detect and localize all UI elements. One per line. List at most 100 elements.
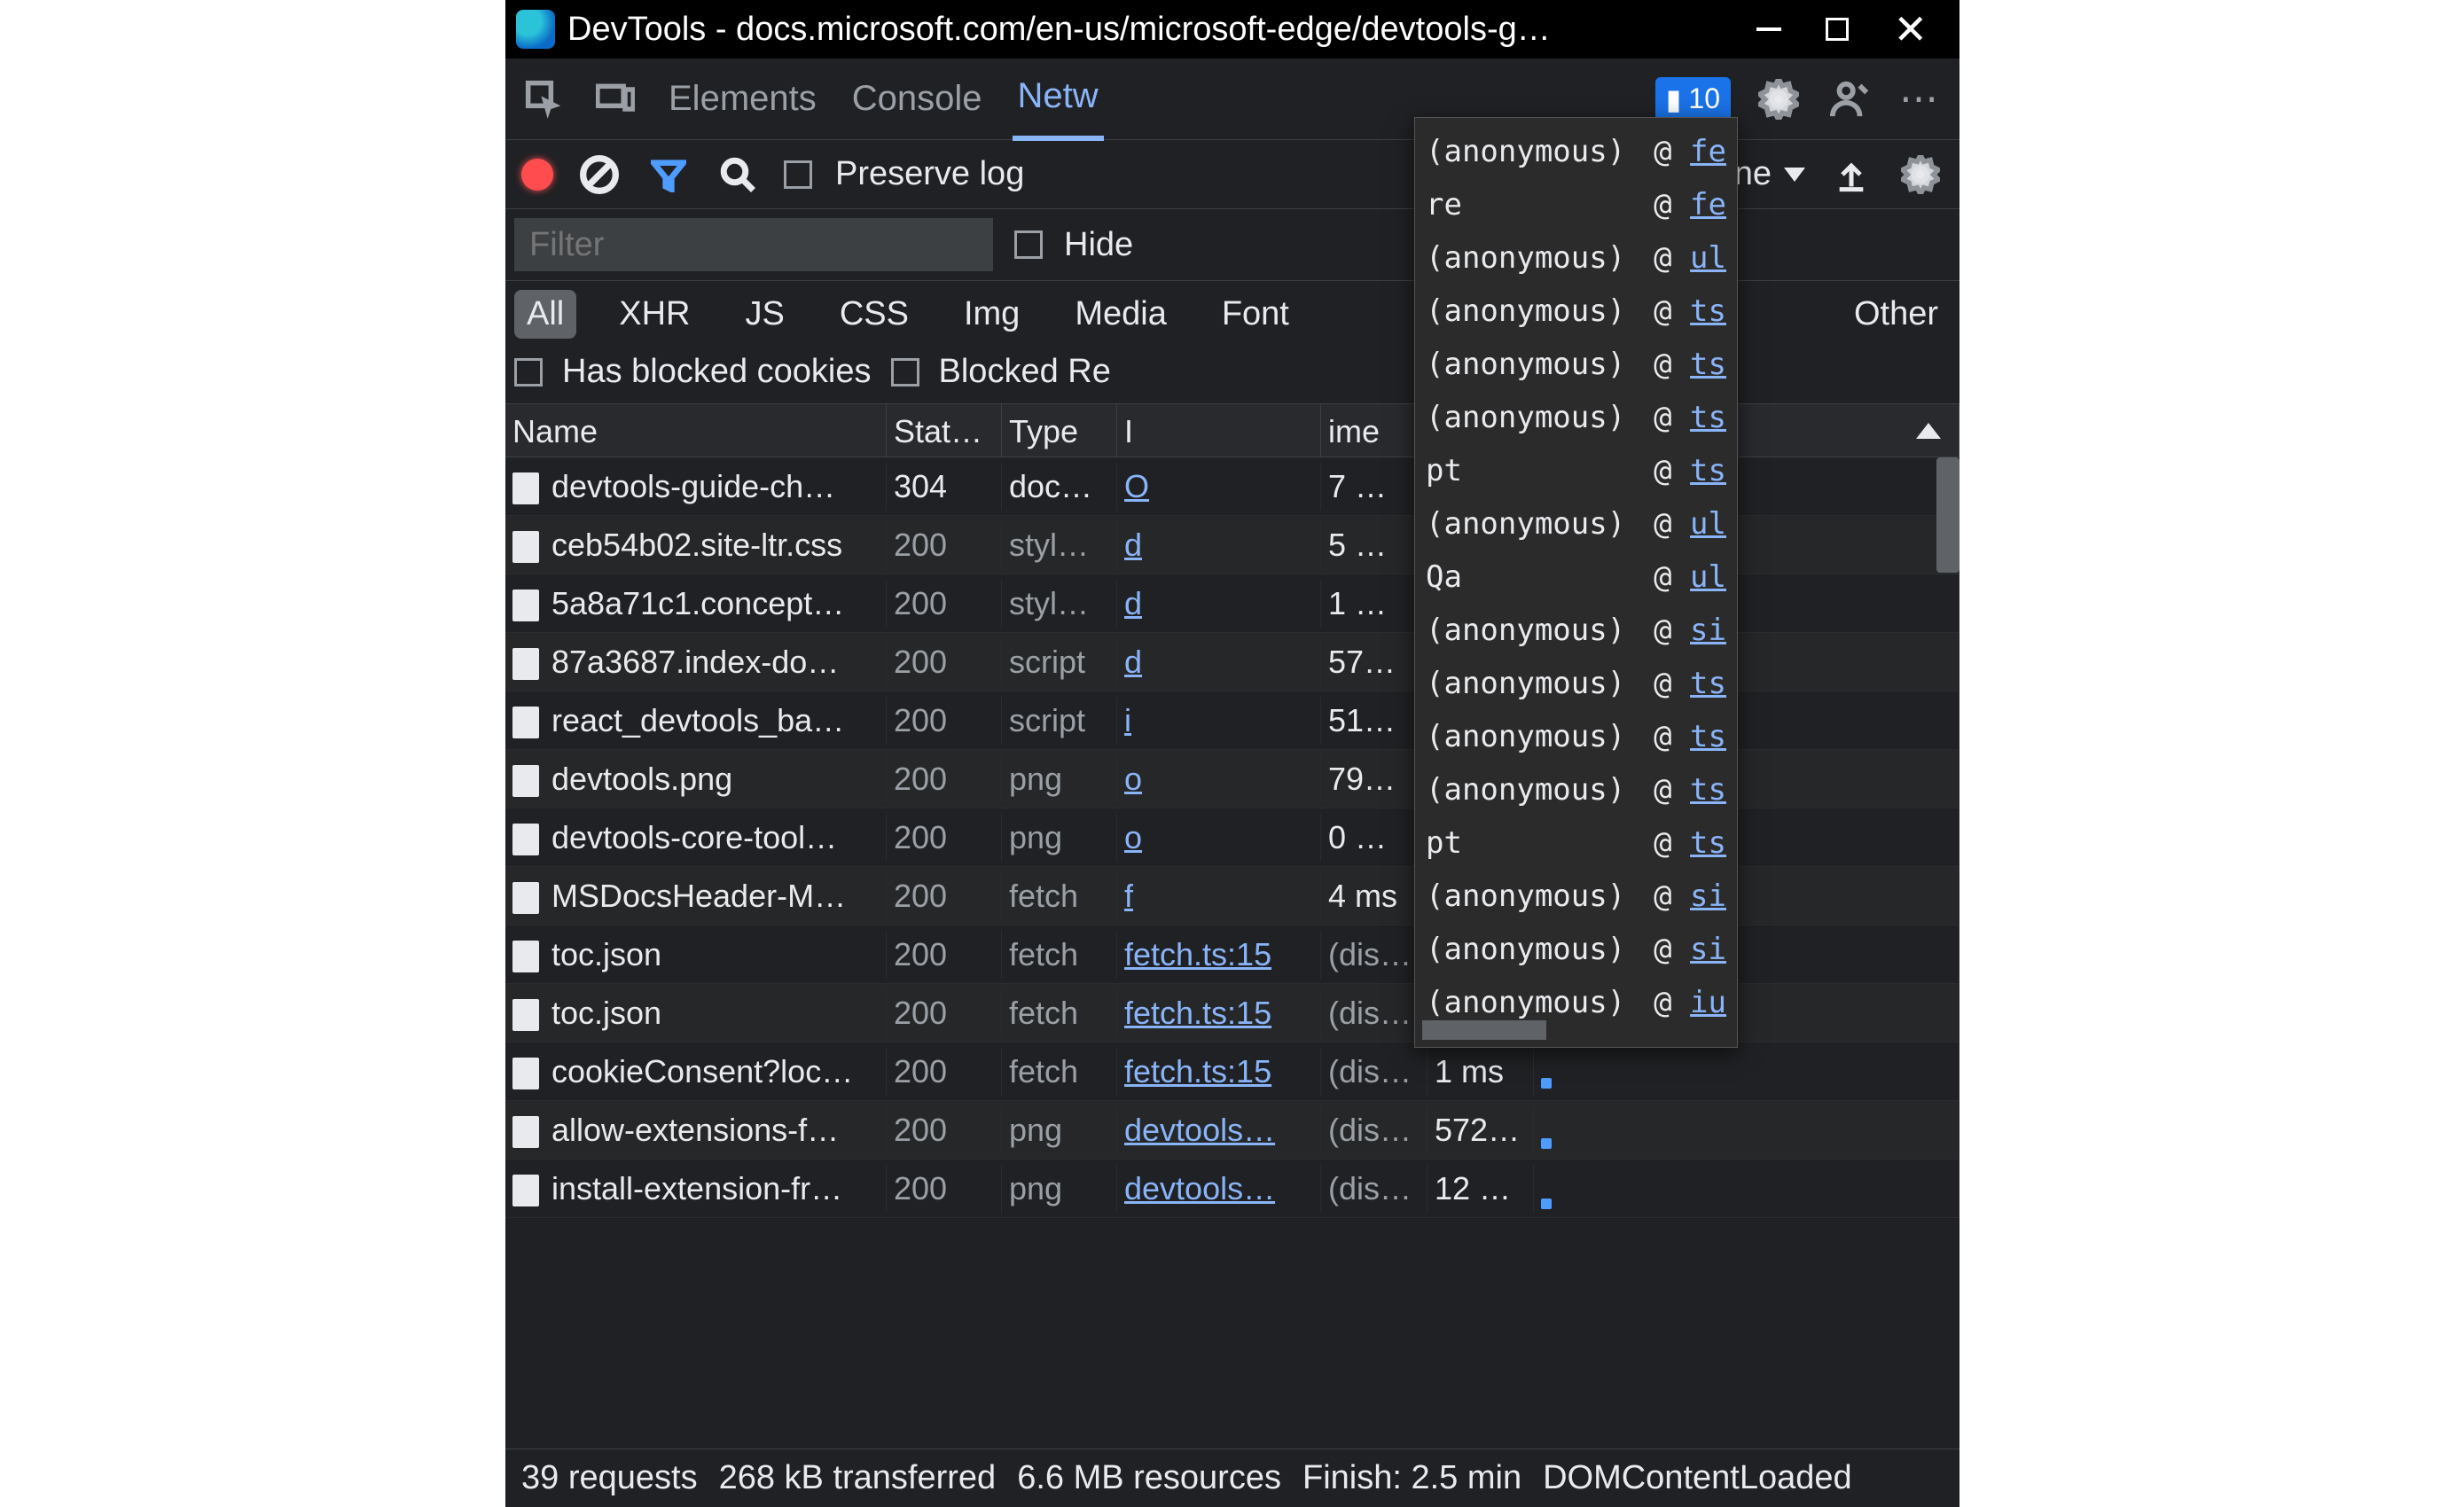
initiator-link[interactable]: devtools… (1124, 1112, 1275, 1148)
initiator-link[interactable]: fetch.ts:15 (1124, 936, 1271, 972)
initiator-link[interactable]: fetch.ts:15 (1124, 1053, 1271, 1089)
stack-link[interactable]: ts (1690, 347, 1726, 382)
table-row[interactable]: devtools-guide-ch…304doc…O7 … (505, 457, 1959, 516)
issues-badge[interactable]: ▮ 10 (1655, 77, 1731, 121)
blocked-filters: Has blocked cookies Blocked Re (505, 347, 1959, 404)
cell-initiator: fetch.ts:15 (1117, 1048, 1321, 1096)
clear-icon[interactable] (576, 152, 622, 198)
network-settings-icon[interactable] (1897, 152, 1944, 198)
table-row[interactable]: install-extension-fr…200pngdevtools…(dis… (505, 1160, 1959, 1218)
filter-bar: Hide (505, 209, 1959, 281)
stack-at: @ ts (1654, 763, 1726, 816)
stack-fn: (anonymous) (1426, 391, 1625, 444)
initiator-link[interactable]: d (1124, 644, 1142, 680)
cell-status: 200 (887, 521, 1002, 569)
stack-link[interactable]: ul (1690, 559, 1726, 595)
feedback-icon[interactable] (1826, 76, 1873, 122)
filter-css[interactable]: CSS (827, 290, 921, 339)
stack-link[interactable]: si (1690, 932, 1726, 967)
waterfall-mark (1541, 1199, 1552, 1209)
table-row[interactable]: ceb54b02.site-ltr.css200styl…d5 … (505, 516, 1959, 574)
initiator-link[interactable]: o (1124, 761, 1142, 797)
stack-link[interactable]: ts (1690, 453, 1726, 488)
stack-fn: (anonymous) (1426, 604, 1625, 657)
cell-time: 572… (1428, 1106, 1534, 1154)
table-row[interactable]: cookieConsent?loc…200fetchfetch.ts:15(di… (505, 1042, 1959, 1101)
filter-media[interactable]: Media (1062, 290, 1179, 339)
filter-toggle-icon[interactable] (645, 152, 692, 198)
initiator-link[interactable]: devtools… (1124, 1170, 1275, 1206)
table-row[interactable]: react_devtools_ba…200scripti51… (505, 691, 1959, 750)
has-blocked-cookies-label: Has blocked cookies (562, 353, 872, 391)
stack-link[interactable]: ts (1690, 293, 1726, 329)
cell-name: ceb54b02.site-ltr.css (505, 521, 887, 569)
table-row[interactable]: 87a3687.index-do…200scriptd57… (505, 633, 1959, 691)
maximize-button[interactable] (1826, 18, 1849, 41)
stack-at: @ ul (1654, 231, 1726, 285)
col-status[interactable]: Stat… (887, 404, 1002, 457)
import-har-icon[interactable] (1828, 152, 1874, 198)
table-row[interactable]: allow-extensions-f…200pngdevtools…(dis…5… (505, 1101, 1959, 1160)
inspect-icon[interactable] (521, 76, 567, 122)
record-button[interactable] (521, 159, 553, 191)
minimize-button[interactable] (1756, 27, 1781, 31)
filter-xhr[interactable]: XHR (606, 290, 702, 339)
stack-link[interactable]: ul (1690, 506, 1726, 542)
stack-link[interactable]: fe (1690, 134, 1726, 169)
initiator-link[interactable]: fetch.ts:15 (1124, 995, 1271, 1031)
tab-console[interactable]: Console (847, 59, 988, 138)
col-name[interactable]: Name (505, 404, 887, 457)
stack-link[interactable]: ts (1690, 666, 1726, 701)
initiator-link[interactable]: f (1124, 878, 1133, 914)
filter-js[interactable]: JS (732, 290, 796, 339)
filter-input[interactable] (514, 218, 993, 271)
filter-img[interactable]: Img (951, 290, 1032, 339)
settings-icon[interactable] (1756, 76, 1802, 122)
cell-time: 4 ms (1321, 872, 1428, 920)
initiator-link[interactable]: o (1124, 819, 1142, 855)
col-initiator[interactable]: I (1117, 404, 1321, 457)
tab-elements[interactable]: Elements (663, 59, 822, 138)
table-row[interactable]: toc.json200fetchfetch.ts:15(dis…5 ms (505, 925, 1959, 984)
stack-link[interactable]: iu (1690, 985, 1726, 1020)
blocked-requests-checkbox[interactable] (891, 358, 919, 387)
initiator-link[interactable]: i (1124, 702, 1131, 738)
stack-at: @ fe (1654, 178, 1726, 231)
status-finish: Finish: 2.5 min (1302, 1459, 1521, 1497)
initiator-link[interactable]: O (1124, 468, 1149, 504)
hide-data-urls-checkbox[interactable] (1014, 230, 1043, 259)
filter-all[interactable]: All (514, 290, 576, 339)
has-blocked-cookies-checkbox[interactable] (514, 358, 543, 387)
table-row[interactable]: devtools-core-tool…200pngo0 … (505, 808, 1959, 867)
initiator-call-stack-tooltip: (anonymous)@ fere@ fe(anonymous)@ ul(ano… (1414, 117, 1738, 1048)
filter-other[interactable]: Other (1842, 290, 1951, 339)
initiator-link[interactable]: d (1124, 527, 1142, 563)
stack-link[interactable]: ts (1690, 772, 1726, 808)
initiator-link[interactable]: d (1124, 585, 1142, 621)
vertical-scrollbar[interactable] (1936, 457, 1959, 573)
stack-fn: (anonymous) (1426, 870, 1625, 923)
stack-link[interactable]: si (1690, 878, 1726, 914)
stack-link[interactable]: ts (1690, 825, 1726, 861)
table-row[interactable]: devtools.png200pngo79… (505, 750, 1959, 808)
col-type[interactable]: Type (1002, 404, 1117, 457)
table-row[interactable]: 5a8a71c1.concept…200styl…d1 … (505, 574, 1959, 633)
device-toggle-icon[interactable] (592, 76, 638, 122)
more-menu-icon[interactable]: ⋯ (1897, 76, 1944, 122)
table-row[interactable]: MSDocsHeader-M…200fetchf4 ms (505, 867, 1959, 925)
stack-link[interactable]: ul (1690, 240, 1726, 276)
filter-font[interactable]: Font (1209, 290, 1302, 339)
search-icon[interactable] (715, 152, 761, 198)
stack-link[interactable]: ts (1690, 719, 1726, 754)
table-row[interactable]: toc.json200fetchfetch.ts:15(dis…2 ms (505, 984, 1959, 1042)
col-time[interactable]: ime (1321, 404, 1428, 457)
close-button[interactable]: ✕ (1893, 20, 1928, 38)
stack-link[interactable]: fe (1690, 187, 1726, 223)
cell-status: 200 (887, 638, 1002, 686)
tab-network[interactable]: Netw (1013, 57, 1104, 141)
stack-link[interactable]: si (1690, 613, 1726, 648)
preserve-log-checkbox[interactable] (784, 160, 812, 189)
stack-link[interactable]: ts (1690, 400, 1726, 435)
tooltip-scrollbar[interactable] (1422, 1020, 1546, 1040)
cell-size: (dis… (1321, 1106, 1428, 1154)
